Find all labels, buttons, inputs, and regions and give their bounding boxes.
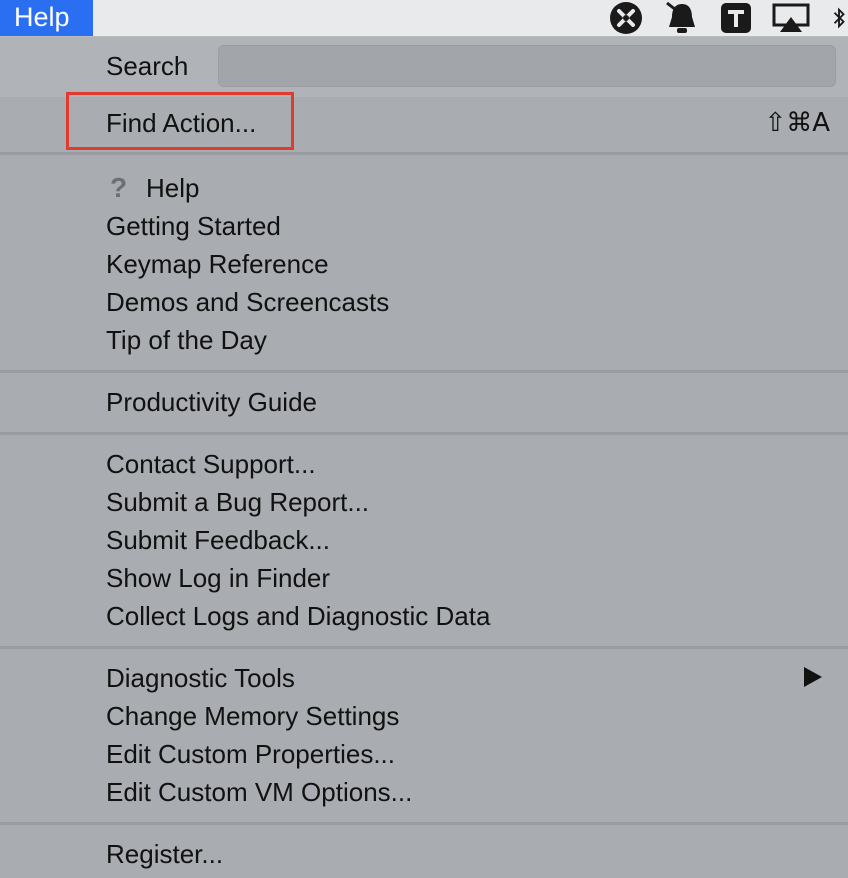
search-label: Search — [106, 51, 189, 81]
t-app-icon[interactable] — [718, 0, 754, 36]
menu-bar: Help — [0, 0, 848, 37]
menu-item-change-memory-settings[interactable]: Change Memory Settings — [106, 699, 399, 733]
highlight-box-annotation — [66, 92, 294, 150]
search-input[interactable] — [218, 45, 836, 87]
menu-item-register[interactable]: Register... — [106, 837, 223, 871]
search-row: Search — [0, 37, 848, 97]
menu-separator — [0, 370, 848, 373]
bell-icon[interactable] — [660, 0, 704, 36]
menu-item-diagnostic-tools[interactable]: Diagnostic Tools — [106, 661, 295, 695]
menu-item-submit-bug-report[interactable]: Submit a Bug Report... — [106, 485, 369, 519]
menu-separator — [0, 432, 848, 435]
submenu-arrow-icon — [804, 667, 822, 687]
menu-separator — [0, 152, 848, 155]
bluetooth-icon[interactable] — [830, 0, 848, 36]
menu-separator — [0, 646, 848, 649]
menu-item-collect-logs[interactable]: Collect Logs and Diagnostic Data — [106, 599, 490, 633]
help-dropdown-menu: Search Find Action... ⇧⌘A ? Help Getting… — [0, 37, 848, 878]
menu-item-contact-support[interactable]: Contact Support... — [106, 447, 316, 481]
menu-item-edit-custom-properties[interactable]: Edit Custom Properties... — [106, 737, 395, 771]
question-mark-icon: ? — [110, 172, 128, 203]
menu-item-demos-and-screencasts[interactable]: Demos and Screencasts — [106, 285, 389, 319]
menu-item-getting-started[interactable]: Getting Started — [106, 209, 281, 243]
airplay-icon[interactable] — [770, 0, 812, 36]
menubar-help-menu[interactable]: Help — [0, 0, 93, 36]
menu-item-tip-of-the-day[interactable]: Tip of the Day — [106, 323, 267, 357]
menu-item-edit-custom-vm-options[interactable]: Edit Custom VM Options... — [106, 775, 412, 809]
menu-item-help[interactable]: Help — [146, 171, 199, 205]
tools-icon[interactable] — [606, 0, 646, 36]
menu-item-submit-feedback[interactable]: Submit Feedback... — [106, 523, 330, 557]
menu-item-show-log-in-finder[interactable]: Show Log in Finder — [106, 561, 330, 595]
find-action-shortcut: ⇧⌘A — [764, 108, 830, 138]
menu-item-productivity-guide[interactable]: Productivity Guide — [106, 385, 317, 419]
menu-separator — [0, 822, 848, 825]
menu-item-keymap-reference[interactable]: Keymap Reference — [106, 247, 329, 281]
